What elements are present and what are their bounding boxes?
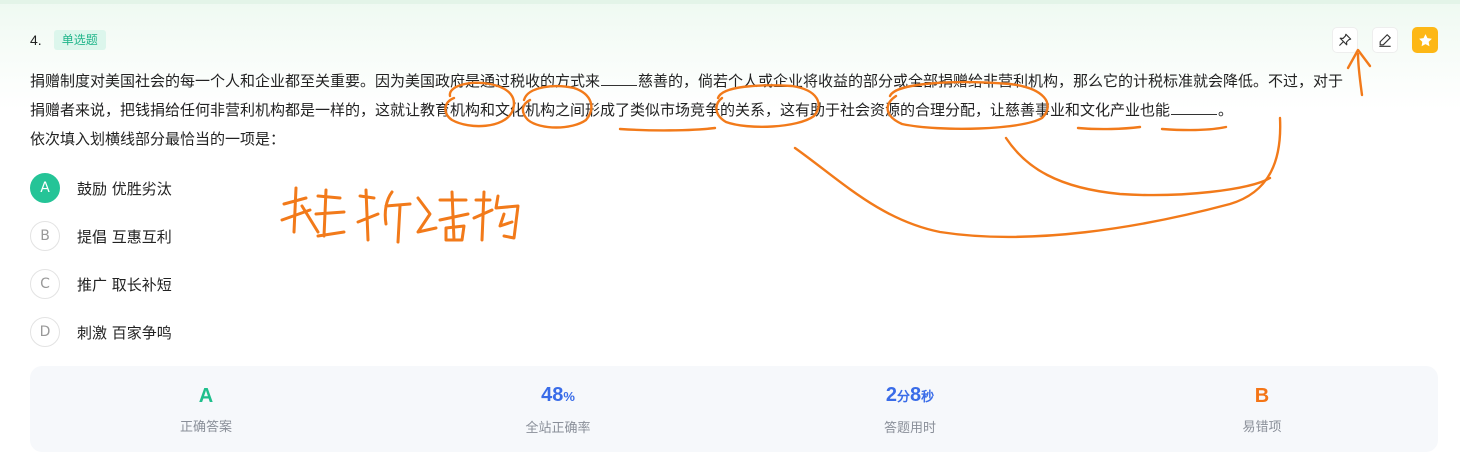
annotation-handwriting-zhuanzhe-jiegou [280,186,520,244]
edit-icon [1379,34,1391,47]
time-value: 2分8秒 [886,383,934,409]
option-text: 刺激 百家争鸣 [77,323,172,342]
favorite-button[interactable] [1412,27,1438,53]
question-header: 4. 单选题 [30,30,106,50]
question-prompt: 依次填入划横线部分最恰当的一项是： [30,130,286,148]
common-wrong-value: B [1254,384,1270,407]
option-c[interactable]: C 推广 取长补短 [30,268,172,300]
stat-common-wrong: B 易错项 [1086,366,1438,452]
blank-1 [601,71,638,86]
correct-answer-value: A [198,384,214,407]
option-letter: C [30,269,60,299]
question-stem: 捐赠制度对美国社会的每一个人和企业都至关重要。因为美国政府是通过税收的方式来 慈善… [30,67,1435,154]
time-label: 答题用时 [883,420,936,436]
answer-stats-panel: A 正确答案 48% 全站正确率 2分8秒 答题用时 B 易错项 [30,366,1438,452]
option-letter: A [30,173,60,203]
option-b[interactable]: B 提倡 互惠互利 [30,220,172,252]
option-text: 推广 取长补短 [77,275,172,294]
stem-text-1b: 慈善的，倘若个人或企业将收益的部分或全部捐赠给非营利机构，那么它的计税标准就会降… [638,72,1344,90]
stem-line-1: 捐赠制度对美国社会的每一个人和企业都至关重要。因为美国政府是通过税收的方式来 慈善… [30,67,1435,96]
stem-text-2a: 捐赠者来说，把钱捐给任何非营利机构都是一样的，这就让教育机构和文化机构之间形成了… [30,101,1171,119]
pin-button[interactable] [1332,27,1358,53]
option-letter: D [30,317,60,347]
card-top-border [0,0,1460,4]
time-seconds-unit: 秒 [921,388,935,404]
option-letter: B [30,221,60,251]
stat-correct-answer: A 正确答案 [30,366,382,452]
accuracy-value: 48% [541,383,575,409]
question-toolbar [1332,27,1438,53]
accuracy-label: 全站正确率 [525,420,591,436]
stat-accuracy: 48% 全站正确率 [382,366,734,452]
option-text: 鼓励 优胜劣汰 [77,179,172,198]
blank-2 [1171,100,1218,115]
options-list: A 鼓励 优胜劣汰 B 提倡 互惠互利 C 推广 取长补短 D 刺激 百家争鸣 [30,172,172,364]
accuracy-unit: % [563,388,575,404]
question-number: 4. [30,32,42,48]
correct-answer-label: 正确答案 [179,419,232,435]
question-type-badge: 单选题 [53,30,106,50]
option-text: 提倡 互惠互利 [77,227,172,246]
time-minutes-unit: 分 [896,388,910,404]
option-d[interactable]: D 刺激 百家争鸣 [30,316,172,348]
common-wrong-label: 易错项 [1242,419,1282,435]
time-seconds: 8 [910,383,922,406]
option-a[interactable]: A 鼓励 优胜劣汰 [30,172,172,204]
accuracy-number: 48 [541,383,564,406]
stat-time: 2分8秒 答题用时 [734,366,1086,452]
edit-note-button[interactable] [1372,27,1398,53]
pin-icon [1339,33,1352,46]
stem-text-2b: 。 [1218,101,1234,119]
stem-line-2: 捐赠者来说，把钱捐给任何非营利机构都是一样的，这就让教育机构和文化机构之间形成了… [30,96,1435,125]
stem-text-1a: 捐赠制度对美国社会的每一个人和企业都至关重要。因为美国政府是通过税收的方式来 [30,72,601,90]
time-minutes: 2 [885,383,897,406]
star-icon [1418,33,1432,46]
